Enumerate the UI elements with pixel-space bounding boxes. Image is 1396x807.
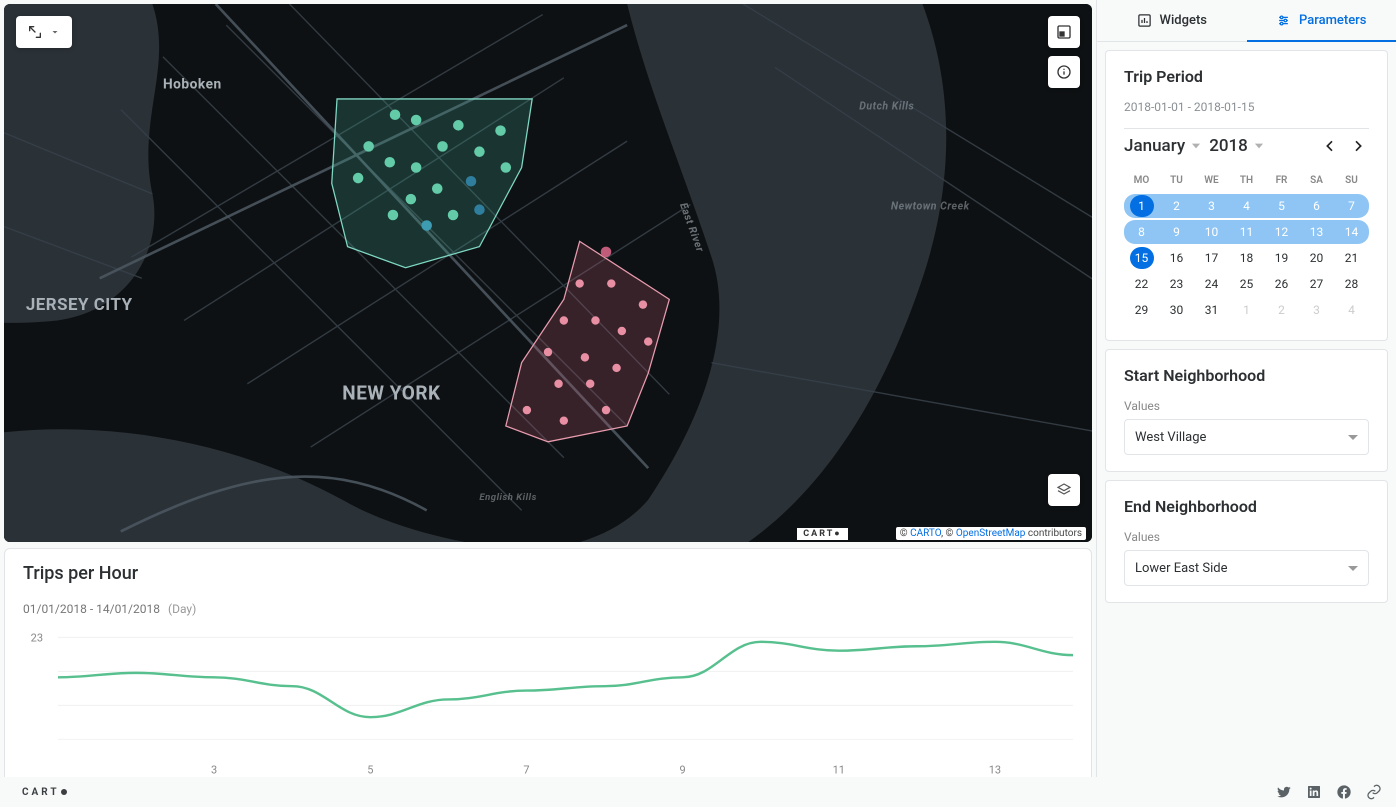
twitter-icon[interactable] [1276,784,1292,800]
prev-month-button[interactable] [1319,135,1341,157]
calendar-day[interactable]: 2 [1264,298,1299,322]
linkedin-icon[interactable] [1306,784,1322,800]
calendar-day[interactable]: 3 [1299,298,1334,322]
calendar-day[interactable]: 9 [1159,220,1194,244]
map-attribution: CART● © CARTO, © OpenStreetMap contribut… [791,525,1092,542]
legend-toggle-button[interactable] [1048,16,1080,48]
calendar-day[interactable]: 5 [1264,194,1299,218]
trip-period-panel: Trip Period 2018-01-01 - 2018-01-15 Janu… [1105,50,1388,341]
calendar-day[interactable]: 8 [1124,220,1159,244]
trip-period-title: Trip Period [1124,67,1369,86]
end-neighborhood-panel: End Neighborhood Values Lower East Side [1105,480,1388,603]
calendar-day[interactable]: 18 [1229,246,1264,270]
calendar-day[interactable]: 7 [1334,194,1369,218]
calendar-day[interactable]: 19 [1264,246,1299,270]
svg-text:Hoboken: Hoboken [163,76,222,92]
svg-text:3: 3 [211,763,217,776]
calendar-day[interactable]: 11 [1229,220,1264,244]
svg-text:5: 5 [367,763,373,776]
end-neighborhood-label: Values [1124,530,1369,544]
next-month-button[interactable] [1347,135,1369,157]
trip-period-range: 2018-01-01 - 2018-01-15 [1124,100,1369,114]
carto-logo: CART [22,787,67,798]
calendar-day[interactable]: 1 [1124,194,1159,218]
map-canvas[interactable]: Hoboken JERSEY CITY NEW YORK East River … [4,4,1092,542]
end-neighborhood-title: End Neighborhood [1124,497,1369,516]
calendar-day[interactable]: 12 [1264,220,1299,244]
lasso-select-button[interactable] [16,16,72,48]
calendar-day[interactable]: 3 [1194,194,1229,218]
calendar-day[interactable]: 29 [1124,298,1159,322]
osm-link[interactable]: OpenStreetMap [956,528,1026,539]
calendar-day[interactable]: 31 [1194,298,1229,322]
year-select[interactable]: 2018 [1209,136,1266,156]
carto-link[interactable]: CARTO [910,528,941,539]
calendar-day[interactable]: 21 [1334,246,1369,270]
end-neighborhood-select[interactable]: Lower East Side [1124,550,1369,586]
trips-per-hour-card: Trips per Hour 01/01/2018 - 14/01/2018(D… [4,548,1092,803]
sidebar-tabs: Widgets Parameters [1097,0,1396,42]
calendar-day[interactable]: 4 [1229,194,1264,218]
calendar-day[interactable]: 17 [1194,246,1229,270]
calendar-day[interactable]: 10 [1194,220,1229,244]
chart-svg: 23 3 5 7 9 11 13 [23,618,1073,783]
info-button[interactable] [1048,56,1080,88]
calendar-day[interactable]: 28 [1334,272,1369,296]
footer: CART [0,777,1396,807]
calendar-day[interactable]: 2 [1159,194,1194,218]
calendar-day[interactable]: 6 [1299,194,1334,218]
calendar-day[interactable]: 23 [1159,272,1194,296]
layers-button[interactable] [1048,474,1080,506]
calendar-day[interactable]: 16 [1159,246,1194,270]
calendar-day[interactable]: 15 [1124,246,1159,270]
chart-title: Trips per Hour [23,563,1073,584]
start-neighborhood-title: Start Neighborhood [1124,366,1369,385]
calendar-day[interactable]: 20 [1299,246,1334,270]
calendar-day[interactable]: 30 [1159,298,1194,322]
calendar-day[interactable]: 25 [1229,272,1264,296]
svg-text:Newtown Creek: Newtown Creek [891,200,970,213]
calendar-day[interactable]: 14 [1334,220,1369,244]
link-icon[interactable] [1366,784,1382,800]
svg-text:11: 11 [833,763,845,776]
svg-text:JERSEY CITY: JERSEY CITY [26,295,133,315]
calendar-day[interactable]: 1 [1229,298,1264,322]
month-select[interactable]: January [1124,136,1203,156]
svg-text:Dutch Kills: Dutch Kills [859,99,914,112]
calendar-day[interactable]: 24 [1194,272,1229,296]
calendar-day[interactable]: 4 [1334,298,1369,322]
start-neighborhood-select[interactable]: West Village [1124,419,1369,455]
start-neighborhood-label: Values [1124,399,1369,413]
svg-text:7: 7 [523,763,529,776]
svg-text:13: 13 [989,763,1001,776]
start-neighborhood-panel: Start Neighborhood Values West Village [1105,349,1388,472]
calendar-day[interactable]: 26 [1264,272,1299,296]
calendar[interactable]: MOTUWETHFRSASU12345678910111213141516171… [1124,167,1369,324]
calendar-day[interactable]: 27 [1299,272,1334,296]
tab-widgets[interactable]: Widgets [1097,0,1247,42]
carto-watermark: CART● [797,528,847,540]
svg-text:23: 23 [31,631,43,644]
facebook-icon[interactable] [1336,784,1352,800]
svg-text:English Kills: English Kills [479,492,536,503]
chart-range: 01/01/2018 - 14/01/2018(Day) [23,602,1073,616]
calendar-day[interactable]: 22 [1124,272,1159,296]
calendar-day[interactable]: 13 [1299,220,1334,244]
svg-text:9: 9 [680,763,686,776]
svg-text:NEW YORK: NEW YORK [342,382,441,405]
tab-parameters[interactable]: Parameters [1247,0,1396,42]
